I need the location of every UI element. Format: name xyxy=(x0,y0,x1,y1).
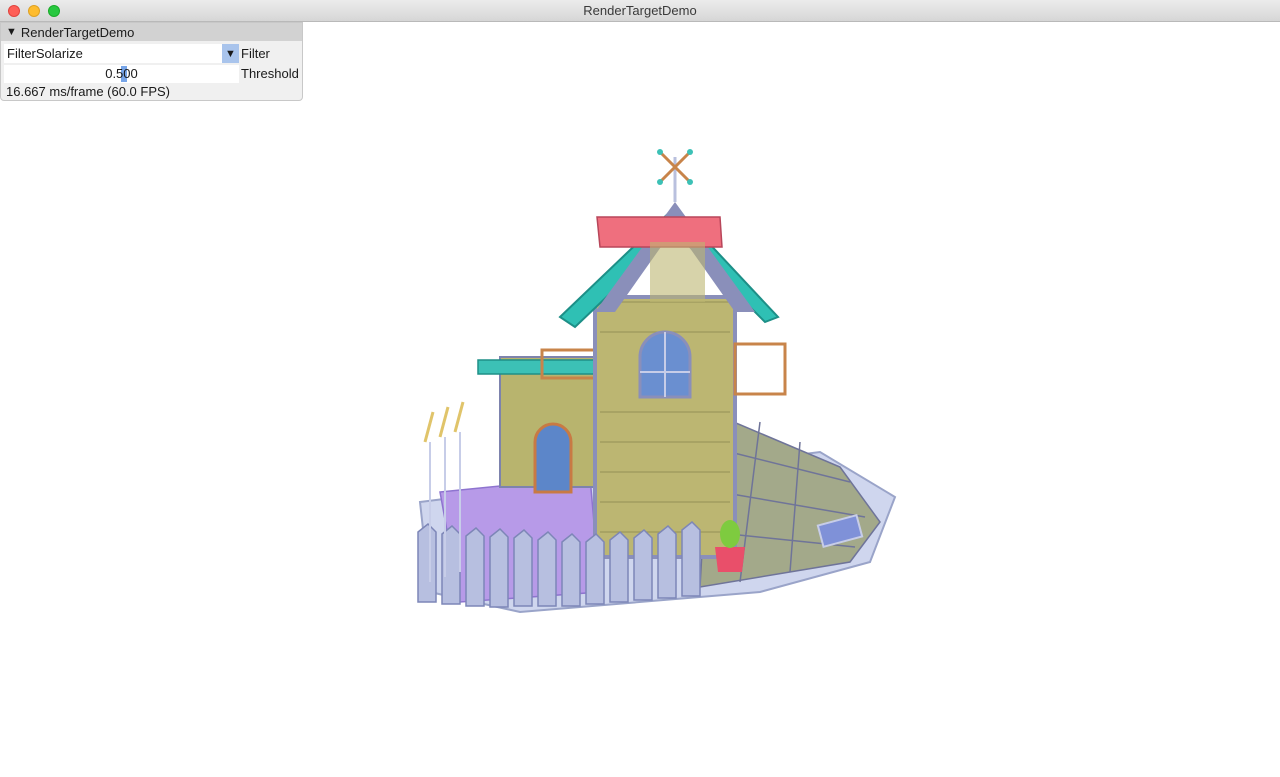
fps-readout: 16.667 ms/frame (60.0 FPS) xyxy=(6,84,171,99)
panel-header[interactable]: ▼ RenderTargetDemo xyxy=(1,23,302,41)
render-viewport[interactable] xyxy=(0,22,1280,777)
solarized-house-render xyxy=(417,149,897,614)
dropdown-arrow-icon[interactable]: ▼ xyxy=(222,44,239,63)
filter-combo-value: FilterSolarize xyxy=(7,46,83,61)
threshold-label: Threshold xyxy=(241,66,299,81)
filter-label: Filter xyxy=(241,46,270,61)
window-title: RenderTargetDemo xyxy=(583,3,697,18)
panel-title: RenderTargetDemo xyxy=(20,24,135,40)
filter-combo[interactable]: FilterSolarize ▼ xyxy=(4,44,239,63)
app-window: RenderTargetDemo ▼ RenderTargetDemo Filt… xyxy=(0,0,1280,777)
threshold-value: 0.500 xyxy=(105,66,138,81)
threshold-slider[interactable]: 0.500 xyxy=(4,65,239,83)
imgui-panel[interactable]: ▼ RenderTargetDemo FilterSolarize ▼ Filt… xyxy=(0,22,303,101)
collapse-triangle-icon[interactable]: ▼ xyxy=(6,26,17,38)
title-bar[interactable]: RenderTargetDemo xyxy=(0,0,1280,22)
